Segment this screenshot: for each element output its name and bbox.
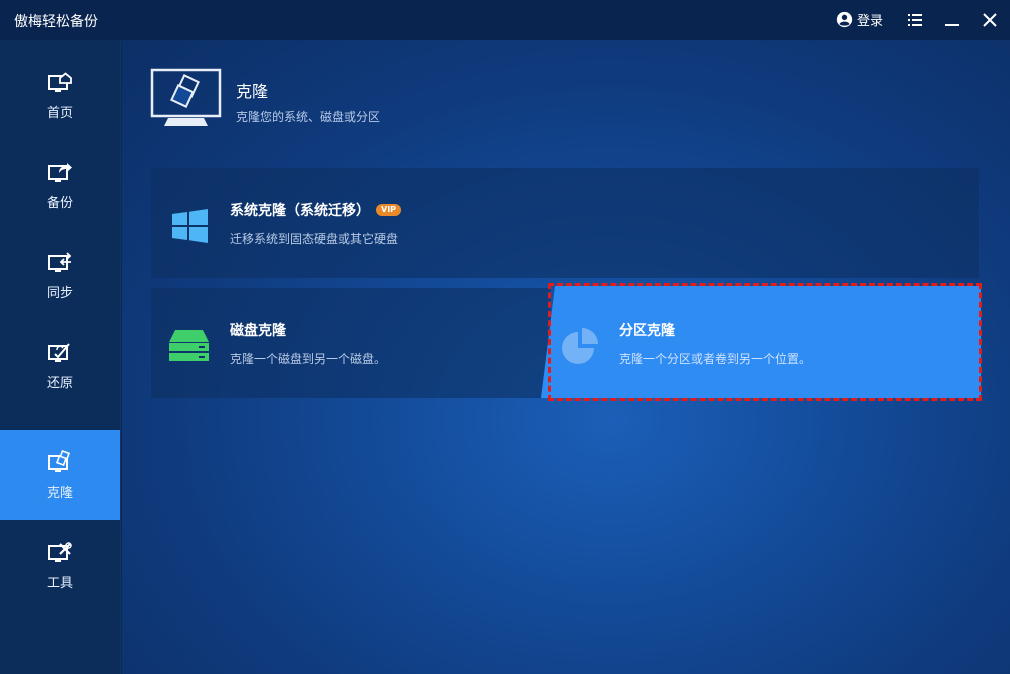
tools-icon — [48, 541, 72, 562]
backup-icon — [48, 162, 72, 182]
page-title: 克隆 — [236, 82, 269, 101]
sidebar-item-label: 首页 — [46, 105, 73, 121]
partition-clone-desc: 克隆一个分区或者卷到另一个位置。 — [619, 352, 812, 366]
main-panel: 克隆 克隆您的系统、磁盘或分区 系统克隆（系统迁移） VIP 迁移系统到固态硬盘… — [122, 40, 1010, 674]
title-bar: 傲梅轻松备份 登录 — [0, 0, 1010, 40]
system-clone-title-text: 系统克隆（系统迁移） — [230, 203, 370, 219]
menu-button[interactable] — [904, 9, 926, 31]
restore-icon — [48, 342, 70, 362]
sidebar-item-label: 备份 — [46, 195, 73, 211]
sync-icon — [48, 251, 72, 272]
page-subtitle: 克隆您的系统、磁盘或分区 — [236, 110, 381, 124]
partition-clone-title: 分区克隆 — [619, 323, 675, 339]
sidebar-item-backup[interactable]: 备份 — [0, 140, 120, 230]
sidebar-item-clone[interactable]: 克隆 — [0, 430, 120, 520]
clone-monitor-icon — [150, 68, 222, 126]
sidebar-item-home[interactable]: 首页 — [0, 50, 120, 140]
system-clone-desc: 迁移系统到固态硬盘或其它硬盘 — [230, 232, 399, 246]
login-button[interactable]: 登录 — [836, 10, 883, 29]
sidebar-item-label: 克隆 — [46, 485, 73, 501]
sidebar-item-label: 还原 — [46, 375, 73, 391]
sidebar-item-sync[interactable]: 同步 — [0, 230, 120, 320]
close-button[interactable] — [979, 9, 1001, 31]
disk-icon — [169, 330, 209, 361]
minimize-icon — [945, 24, 959, 26]
close-icon — [983, 13, 997, 27]
sidebar-item-tools[interactable]: 工具 — [0, 520, 120, 610]
login-label: 登录 — [857, 14, 884, 29]
sidebar-item-label: 工具 — [46, 575, 73, 591]
sidebar: 首页 备份 同步 还原 克隆 工具 — [0, 40, 121, 674]
vip-badge: VIP — [376, 204, 402, 216]
partition-clone-card[interactable]: 分区克隆 克隆一个分区或者卷到另一个位置。 — [541, 286, 981, 398]
sidebar-item-label: 同步 — [46, 285, 73, 301]
system-clone-title: 系统克隆（系统迁移） VIP — [230, 200, 402, 220]
windows-icon — [172, 209, 208, 243]
system-clone-card[interactable]: 系统克隆（系统迁移） VIP 迁移系统到固态硬盘或其它硬盘 — [151, 168, 979, 278]
disk-clone-desc: 克隆一个磁盘到另一个磁盘。 — [230, 352, 387, 366]
app-title: 傲梅轻松备份 — [14, 14, 98, 30]
minimize-button[interactable] — [941, 9, 963, 31]
partition-icon — [562, 328, 598, 364]
disk-clone-title: 磁盘克隆 — [230, 323, 286, 339]
disk-clone-card[interactable]: 磁盘克隆 克隆一个磁盘到另一个磁盘。 — [151, 288, 551, 398]
home-icon — [48, 71, 72, 92]
clone-icon — [48, 449, 71, 472]
user-icon — [836, 11, 853, 28]
menu-icon — [908, 14, 922, 26]
sidebar-item-restore[interactable]: 还原 — [0, 320, 120, 410]
